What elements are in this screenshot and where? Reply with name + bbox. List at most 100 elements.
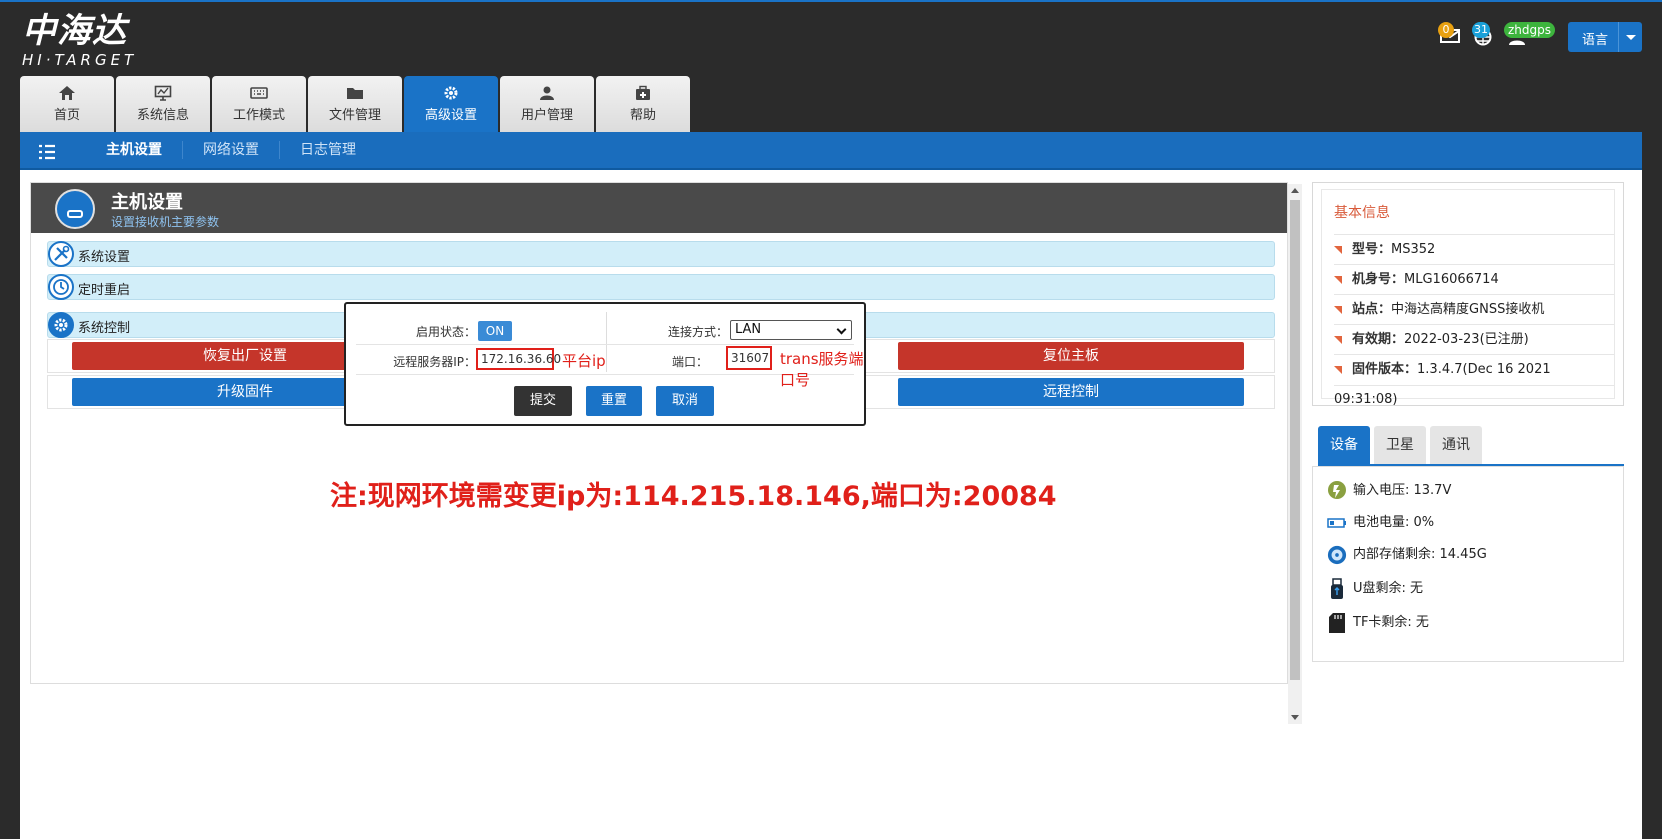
scroll-down-icon[interactable]	[1291, 715, 1299, 720]
brand-logo[interactable]: 中海达 HI·TARGET	[22, 12, 137, 68]
device-row-usb: U盘剩余: 无	[1327, 577, 1423, 601]
tab-system-info-label: 系统信息	[136, 108, 189, 123]
device-row-storage: 内部存储剩余: 14.45G	[1327, 543, 1487, 567]
remote-server-dialog: 启用状态： ON 连接方式： LAN 远程服务器IP： 172.16.36.60…	[344, 302, 866, 426]
tab-advanced-settings[interactable]: 高级设置	[404, 76, 498, 132]
device-tfcard-text: TF卡剩余: 无	[1353, 615, 1429, 630]
language-divider	[1618, 22, 1619, 52]
port-label: 端口：	[671, 355, 708, 369]
server-ip-label: 远程服务器IP：	[393, 355, 476, 369]
section-system-settings-label: 系统设置	[78, 250, 131, 265]
tab-device[interactable]: 设备	[1318, 426, 1370, 464]
sub-nav-network-settings[interactable]: 网络设置	[183, 141, 280, 159]
device-info-panel: 输入电压: 13.7V 电池电量: 0% 内部存储剩余: 14.45G U盘剩余…	[1312, 466, 1624, 662]
storage-icon	[1327, 544, 1347, 566]
section-timed-restart[interactable]: 定时重启	[47, 274, 1275, 300]
info-row-firmware: 固件版本：1.3.4.7(Dec 16 2021 09:31:08)	[1334, 354, 1614, 407]
device-battery-text: 电池电量: 0%	[1353, 515, 1435, 530]
server-ip-input[interactable]: 172.16.36.60	[476, 348, 561, 370]
reset-board-button[interactable]: 复位主板	[898, 342, 1244, 370]
port-input[interactable]: 31607	[726, 346, 772, 370]
brand-name-en: HI·TARGET	[22, 51, 138, 69]
gear-icon	[444, 86, 458, 100]
host-device-icon	[55, 189, 95, 229]
folder-icon	[347, 88, 363, 99]
tab-satellite[interactable]: 卫星	[1374, 426, 1426, 464]
info-key: 型号：	[1352, 242, 1392, 257]
panel-subtitle: 设置接收机主要参数	[111, 215, 220, 229]
device-voltage-text: 输入电压: 13.7V	[1353, 483, 1452, 498]
remote-control-button[interactable]: 远程控制	[898, 378, 1244, 406]
sub-nav-log-management[interactable]: 日志管理	[280, 141, 376, 159]
scroll-up-icon[interactable]	[1291, 188, 1299, 193]
sub-nav-host-settings[interactable]: 主机设置	[86, 141, 183, 159]
flag-icon	[1334, 245, 1342, 254]
language-button[interactable]: 语言	[1568, 22, 1642, 52]
panel-scrollbar[interactable]	[1288, 184, 1302, 724]
basic-info-inner: 基本信息 型号：MS352 机身号：MLG16066714 站点：中海达高精度G…	[1321, 189, 1615, 407]
connection-mode-select[interactable]: LAN	[730, 320, 852, 340]
chevron-down-icon	[836, 324, 847, 335]
info-value: 2022-03-23(已注册)	[1404, 332, 1529, 347]
tab-file-management-label: 文件管理	[328, 108, 381, 123]
sub-nav-bar: 主机设置 网络设置 日志管理	[20, 132, 1642, 170]
cancel-button[interactable]: 取消	[656, 386, 714, 416]
device-row-tfcard: TF卡剩余: 无	[1327, 611, 1429, 635]
voltage-icon	[1327, 480, 1347, 502]
info-key: 固件版本：	[1352, 362, 1418, 377]
battery-icon	[1327, 512, 1347, 534]
server-ip-annotation: 平台ip	[562, 352, 606, 370]
info-value: 中海达高精度GNSS接收机	[1391, 302, 1545, 317]
enable-toggle[interactable]: ON	[478, 321, 512, 341]
keyboard-icon	[250, 87, 268, 99]
usb-icon	[1327, 578, 1347, 600]
info-key: 有效期：	[1352, 332, 1405, 347]
globe-count-badge: 31	[1472, 22, 1490, 38]
user-icon[interactable]: zhdgps	[1504, 22, 1556, 52]
chevron-down-icon[interactable]	[1626, 35, 1636, 40]
tab-file-management[interactable]: 文件管理	[308, 76, 402, 132]
top-accent-line	[0, 0, 1662, 2]
device-row-voltage: 输入电压: 13.7V	[1327, 479, 1451, 503]
sdcard-icon	[1327, 612, 1347, 634]
device-row-battery: 电池电量: 0%	[1327, 511, 1434, 535]
mail-count-badge: 0	[1438, 22, 1454, 38]
device-usb-text: U盘剩余: 无	[1353, 581, 1424, 596]
info-value: MS352	[1391, 242, 1436, 257]
panel-header: 主机设置 设置接收机主要参数	[31, 183, 1287, 233]
tab-work-mode[interactable]: 工作模式	[212, 76, 306, 132]
home-icon	[59, 86, 75, 100]
tools-icon	[48, 241, 74, 267]
user-name-badge: zhdgps	[1504, 22, 1556, 38]
tab-user-management[interactable]: 用户管理	[500, 76, 594, 132]
section-system-settings[interactable]: 系统设置	[47, 241, 1275, 267]
section-timed-restart-label: 定时重启	[78, 283, 131, 298]
tab-help[interactable]: 帮助	[596, 76, 690, 132]
tab-home[interactable]: 首页	[20, 76, 114, 132]
tab-help-label: 帮助	[629, 108, 656, 123]
device-storage-text: 内部存储剩余: 14.45G	[1353, 547, 1487, 562]
globe-icon[interactable]: 31	[1472, 22, 1498, 52]
monitor-icon	[154, 85, 172, 101]
connection-mode-value: LAN	[735, 322, 762, 337]
main-nav-tabs: 首页 系统信息 工作模式 文件管理 高级设置 用户管理 帮助	[20, 76, 690, 132]
dialog-divider-1	[356, 344, 854, 345]
language-label: 语言	[1582, 33, 1609, 48]
dialog-divider-vertical	[606, 312, 607, 372]
info-row-site: 站点：中海达高精度GNSS接收机	[1334, 294, 1614, 325]
tab-work-mode-label: 工作模式	[232, 108, 285, 123]
info-row-serial: 机身号：MLG16066714	[1334, 264, 1614, 295]
settings-gear-icon	[48, 312, 74, 338]
info-row-validity: 有效期：2022-03-23(已注册)	[1334, 324, 1614, 355]
mail-icon[interactable]: 0	[1438, 22, 1464, 52]
submit-button[interactable]: 提交	[514, 386, 572, 416]
reset-form-button[interactable]: 重置	[586, 386, 642, 416]
scrollbar-thumb[interactable]	[1290, 200, 1300, 680]
list-menu-icon[interactable]	[38, 144, 56, 160]
user-icon	[540, 86, 554, 100]
info-value: MLG16066714	[1404, 272, 1499, 287]
medkit-icon	[636, 85, 650, 100]
tab-system-info[interactable]: 系统信息	[116, 76, 210, 132]
host-settings-panel: 主机设置 设置接收机主要参数 系统设置 定时重启 系统控制 恢复出厂设置 复位主…	[30, 182, 1288, 684]
tab-communication[interactable]: 通讯	[1430, 426, 1482, 464]
